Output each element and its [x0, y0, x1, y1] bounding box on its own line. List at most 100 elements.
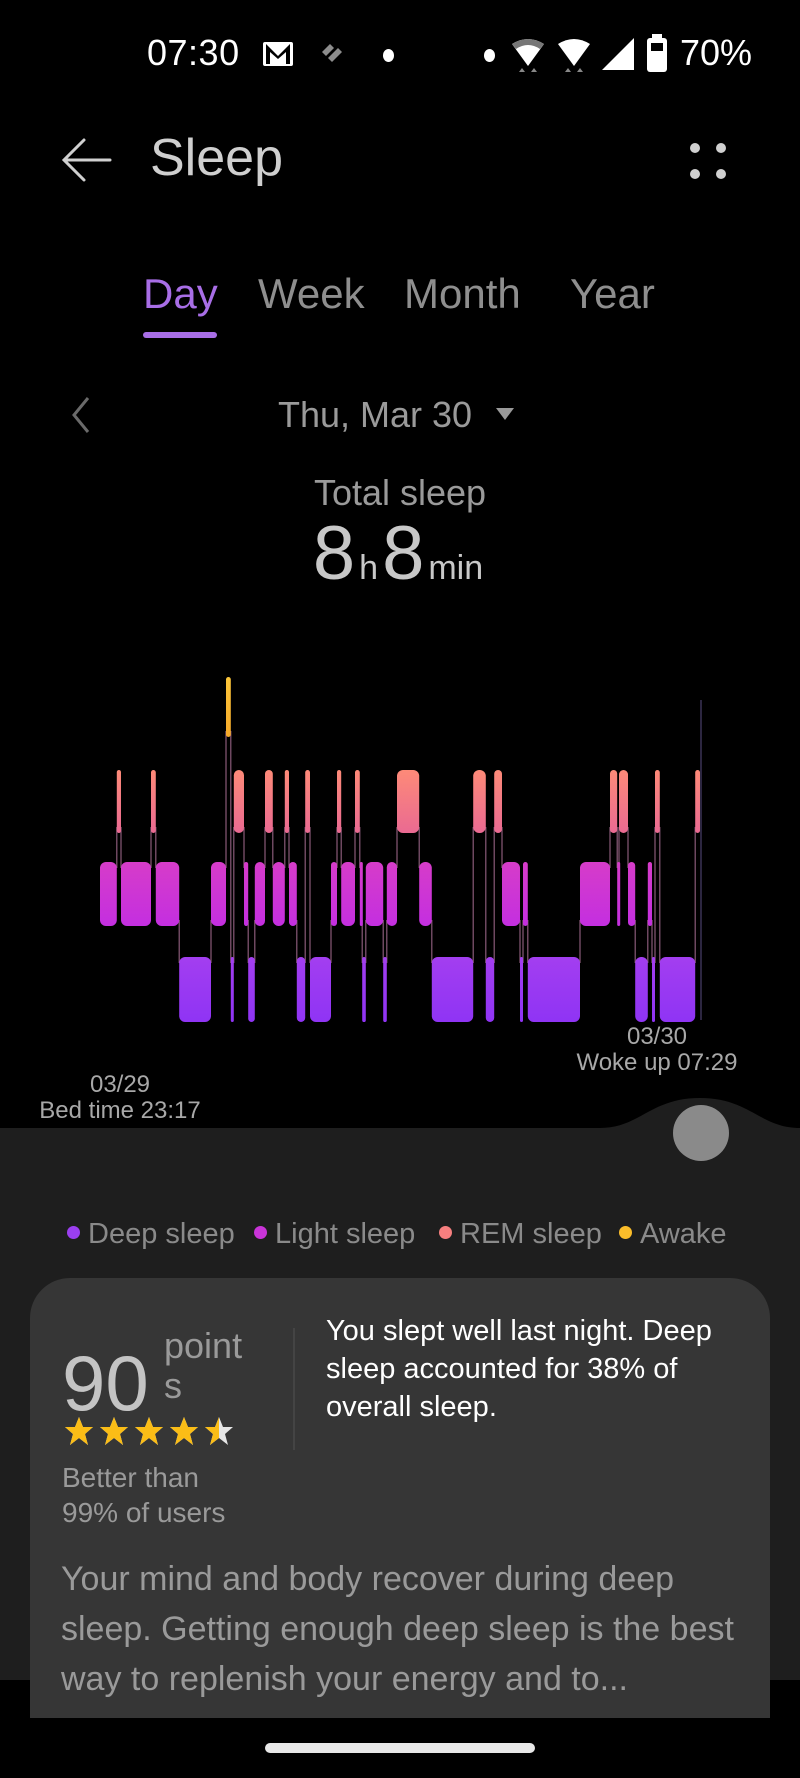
- stage-bar-rem: [695, 770, 700, 833]
- stage-bar-deep: [310, 957, 331, 1022]
- previous-day-button[interactable]: [66, 390, 96, 440]
- legend-deep: Deep sleep: [67, 1218, 235, 1251]
- total-sleep-label: Total sleep: [313, 472, 487, 513]
- card-divider: [293, 1328, 295, 1450]
- tab-day[interactable]: Day: [143, 270, 218, 318]
- back-button[interactable]: [58, 130, 118, 190]
- stage-bar-light: [580, 862, 610, 926]
- sleep-stage-chart[interactable]: [0, 660, 800, 1040]
- battery-icon: [647, 34, 667, 72]
- four-dots-icon: [690, 143, 700, 153]
- notification-dot-icon: [383, 49, 394, 62]
- date-navigation: Thu, Mar 30: [0, 390, 800, 440]
- stage-bar-light: [359, 862, 363, 926]
- legend-awake: Awake: [619, 1218, 727, 1251]
- awake-dot-icon: [619, 1226, 632, 1239]
- stage-bar-rem: [265, 770, 273, 833]
- stage-bar-deep: [248, 957, 255, 1022]
- chart-legend: Deep sleep Light sleep REM sleep Awake: [0, 1218, 800, 1254]
- stage-bar-light: [155, 862, 180, 926]
- stage-bar-light: [244, 862, 249, 926]
- period-tabs: Day Week Month Year: [0, 270, 800, 340]
- stage-bar-light: [289, 862, 297, 926]
- stage-bar-deep: [485, 957, 495, 1022]
- legend-rem: REM sleep: [439, 1218, 602, 1251]
- percentile-text: Better than 99% of users: [62, 1462, 226, 1528]
- light-dot-icon: [254, 1226, 267, 1239]
- stage-bar-light: [272, 862, 285, 926]
- date-selector[interactable]: Thu, Mar 30: [278, 394, 472, 436]
- stage-bar-light: [386, 862, 397, 926]
- wake-time-label: 03/30 Woke up 07:29: [572, 1024, 742, 1076]
- system-nav-bar: [0, 1718, 800, 1778]
- stage-bar-rem: [610, 770, 618, 833]
- arrow-left-icon: [61, 138, 112, 182]
- score-unit: point s: [164, 1325, 243, 1406]
- stage-bar-rem: [494, 770, 502, 833]
- health-app-icon: [322, 44, 342, 62]
- stage-bar-light: [617, 862, 621, 926]
- stage-bar-rem: [355, 770, 360, 833]
- stage-bar-light: [100, 862, 117, 926]
- status-time: 07:30: [147, 32, 240, 73]
- stage-bar-deep: [362, 957, 366, 1022]
- stage-bar-light: [341, 862, 355, 926]
- app-header: Sleep: [0, 120, 800, 200]
- stage-bar-rem: [116, 770, 121, 833]
- cell-signal-icon: [602, 38, 634, 70]
- tab-week[interactable]: Week: [258, 270, 365, 318]
- stage-bar-deep: [635, 957, 648, 1022]
- sleep-score-card[interactable]: 90 point s Better than 99% of users You …: [30, 1278, 770, 1718]
- stage-bar-deep: [383, 957, 387, 1022]
- chart-scrubber-handle[interactable]: [673, 1105, 729, 1161]
- stage-bar-deep: [296, 957, 306, 1022]
- total-hours: 8: [312, 511, 356, 596]
- stage-bar-deep: [179, 957, 211, 1022]
- dot-icon: [484, 49, 495, 62]
- stage-bar-rem: [655, 770, 660, 833]
- stage-bar-awake: [226, 677, 231, 737]
- stage-bar-light: [523, 862, 528, 926]
- stage-bar-rem: [233, 770, 244, 833]
- sleep-summary: You slept well last night. Deep sleep ac…: [326, 1315, 712, 1423]
- sleep-advice: Your mind and body recover during deep s…: [61, 1560, 734, 1698]
- stage-bar-deep: [652, 957, 655, 1022]
- stage-bar-light: [647, 862, 652, 926]
- rem-dot-icon: [439, 1226, 452, 1239]
- total-minutes: 8: [382, 511, 425, 596]
- tab-month[interactable]: Month: [404, 270, 521, 318]
- wake-time-text: Woke up 07:29: [576, 1049, 738, 1076]
- more-options-button[interactable]: [680, 130, 736, 186]
- stage-bar-light: [121, 862, 151, 926]
- stage-bar-light: [419, 862, 432, 926]
- home-gesture-bar[interactable]: [265, 1743, 535, 1753]
- stage-bar-deep: [527, 957, 580, 1022]
- stage-bar-light: [211, 862, 226, 926]
- wifi-icon: [558, 39, 590, 72]
- caret-down-icon[interactable]: [496, 408, 514, 420]
- stage-bar-rem: [151, 770, 156, 833]
- deep-dot-icon: [67, 1226, 80, 1239]
- stage-bar-deep: [431, 957, 474, 1022]
- star-full-icon: [135, 1417, 163, 1445]
- stage-bar-deep: [659, 957, 696, 1022]
- stage-bar-light: [331, 862, 337, 926]
- stage-bar-rem: [619, 770, 628, 833]
- stage-bar-rem: [473, 770, 486, 833]
- stage-bar-light: [365, 862, 384, 926]
- stage-bar-rem: [305, 770, 310, 833]
- status-bar: 07:30 70%: [0, 0, 800, 110]
- star-full-icon: [65, 1417, 93, 1445]
- stage-bar-rem: [397, 770, 420, 833]
- stage-bar-deep: [520, 957, 523, 1022]
- tab-year[interactable]: Year: [570, 270, 655, 318]
- total-sleep-value: 8 h8 min: [0, 510, 800, 597]
- stage-bar-rem: [284, 770, 289, 833]
- stage-bar-light: [254, 862, 265, 926]
- page-title: Sleep: [150, 129, 283, 187]
- star-full-icon: [100, 1417, 128, 1445]
- star-full-icon: [170, 1417, 198, 1445]
- battery-percent: 70%: [680, 32, 753, 73]
- stage-bar-light: [502, 862, 520, 926]
- stage-connectors: [116, 731, 696, 963]
